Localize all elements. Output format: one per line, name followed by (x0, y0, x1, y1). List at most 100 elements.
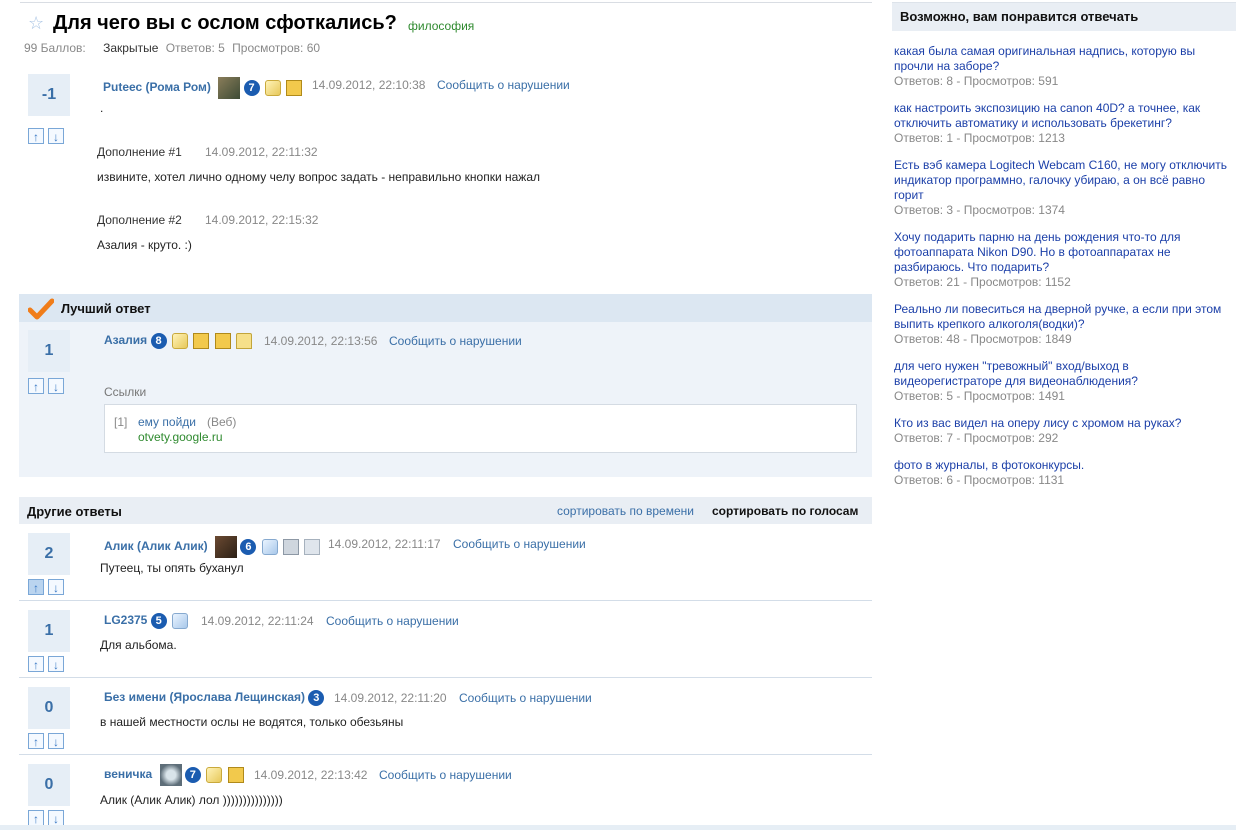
addon-time: 14.09.2012, 22:15:32 (205, 213, 319, 227)
answer-text: Алик (Алик Алик) лол ))))))))))))))) (100, 793, 283, 807)
report-link[interactable]: Сообщить о нарушении (389, 334, 522, 348)
level-badge: 7 (243, 80, 260, 96)
link-number: [1] (114, 415, 128, 429)
recommended-meta: Ответов: 6 - Просмотров: 1131 (894, 473, 1065, 487)
post-time: 14.09.2012, 22:11:17 (328, 537, 441, 551)
status: Закрытые (103, 41, 159, 55)
book-icon (193, 333, 210, 349)
recommended-question-link[interactable]: Кто из вас видел на оперу лису с хромом … (894, 416, 1236, 431)
sort-by-time-link[interactable]: сортировать по времени (557, 504, 694, 518)
vote-up-icon[interactable]: ↑ (28, 579, 44, 595)
vote-widget: 0 ↑ ↓ (28, 687, 72, 751)
recommended-question-link[interactable]: для чего нужен "тревожный" вход/выход вв… (894, 359, 1236, 389)
level-badge: 7 (184, 767, 201, 783)
question-title: Для чего вы с ослом сфоткались? (53, 12, 397, 34)
answer-text: в нашей местности ослы не водятся, тольк… (100, 715, 404, 729)
recommended-item: фото в журналы, в фотоконкурсы. Ответов:… (894, 458, 1236, 488)
vote-down-icon[interactable]: ↓ (48, 128, 64, 144)
gem-icon (206, 767, 223, 783)
source-link[interactable]: ему пойди (138, 415, 196, 429)
answer-author[interactable]: Алик (Алик Алик) 6 (104, 536, 321, 558)
author-name[interactable]: LG2375 (104, 613, 147, 627)
level-badge: 6 (240, 539, 257, 555)
other-answers-title: Другие ответы (27, 504, 122, 519)
vote-up-icon[interactable]: ↑ (28, 656, 44, 672)
recommended-question-link[interactable]: какая была самая оригинальная надпись, к… (894, 44, 1236, 74)
vote-down-icon[interactable]: ↓ (48, 656, 64, 672)
avatar[interactable] (215, 536, 238, 558)
author-name[interactable]: веничка (104, 767, 152, 781)
vote-down-icon[interactable]: ↓ (48, 579, 64, 595)
recommended-item: как настроить экспозицию на canon 40D? а… (894, 101, 1236, 146)
avatar[interactable] (218, 77, 241, 99)
vote-score: 1 (28, 330, 70, 372)
recommended-question-link[interactable]: Хочу подарить парню на день рождения что… (894, 230, 1236, 275)
level-badge: 5 (150, 613, 167, 629)
link-url[interactable]: otvety.google.ru (138, 430, 223, 444)
recommended-item: какая была самая оригинальная надпись, к… (894, 44, 1236, 89)
star-icon[interactable]: ☆ (28, 14, 46, 32)
pencil-icon (214, 333, 231, 349)
report-link[interactable]: Сообщить о нарушении (453, 537, 586, 551)
answer-author[interactable]: LG2375 5 (104, 613, 189, 629)
post-time: 14.09.2012, 22:11:24 (201, 614, 314, 628)
recommended-item: Кто из вас видел на оперу лису с хромом … (894, 416, 1236, 446)
view-count: Просмотров: 60 (232, 41, 321, 55)
answer-text: Путеец, ты опять буханул (100, 561, 244, 575)
question-author[interactable]: Putеес (Рома Ром) 7 (103, 77, 303, 99)
report-link[interactable]: Сообщить о нарушении (326, 614, 459, 628)
vote-widget: 1 ↑ ↓ (28, 610, 72, 674)
divider (19, 677, 872, 678)
links-label: Ссылки (104, 385, 147, 399)
author-name[interactable]: Азалия (104, 333, 147, 347)
vote-down-icon[interactable]: ↓ (48, 378, 64, 394)
answer-count: Ответов: 5 (165, 41, 225, 55)
level-badge: 3 (308, 690, 325, 706)
divider (19, 754, 872, 755)
question-body: . (100, 101, 104, 115)
question-meta: 99 Баллов: Закрытые Ответов: 5 Просмотро… (24, 41, 320, 55)
link-source-type: (Веб) (207, 415, 237, 429)
vote-down-icon[interactable]: ↓ (48, 810, 64, 826)
recommended-item: Есть вэб камера Logitech Webcam C160, не… (894, 158, 1236, 218)
recommended-question-link[interactable]: фото в журналы, в фотоконкурсы. (894, 458, 1236, 473)
recommended-question-link[interactable]: как настроить экспозицию на canon 40D? а… (894, 101, 1236, 131)
answer-author[interactable]: веничка 7 (104, 764, 244, 786)
post-time: 14.09.2012, 22:11:20 (334, 691, 447, 705)
recommended-item: для чего нужен "тревожный" вход/выход вв… (894, 359, 1236, 404)
category-link[interactable]: философия (408, 19, 474, 33)
addon-label: Дополнение #1 (97, 145, 182, 159)
author-name[interactable]: Алик (Алик Алик) (104, 539, 208, 553)
vote-widget: 1 ↑ ↓ (28, 330, 72, 396)
recommended-title: Возможно, вам понравится отвечать (900, 9, 1139, 24)
vote-down-icon[interactable]: ↓ (48, 733, 64, 749)
recommended-meta: Ответов: 21 - Просмотров: 1152 (894, 275, 1071, 289)
answer-author[interactable]: Азалия 8 (104, 333, 252, 349)
vote-score: 2 (28, 533, 70, 575)
vote-widget: 0 ↑ ↓ (28, 764, 72, 828)
recommended-meta: Ответов: 1 - Просмотров: 1213 (894, 131, 1065, 145)
author-name[interactable]: Putеес (Рома Ром) (103, 80, 211, 94)
report-link[interactable]: Сообщить о нарушении (437, 78, 570, 92)
report-link[interactable]: Сообщить о нарушении (379, 768, 512, 782)
answer-text: Для альбома. (100, 638, 177, 652)
answer-author[interactable]: Без имени (Ярослава Лещинская) 3 (104, 690, 325, 706)
recommended-item: Хочу подарить парню на день рождения что… (894, 230, 1236, 290)
recommended-question-link[interactable]: Есть вэб камера Logitech Webcam C160, не… (894, 158, 1236, 203)
addon-text: Азалия - круто. :) (97, 238, 192, 252)
recommended-question-link[interactable]: Реально ли повеситься на дверной ручке, … (894, 302, 1236, 332)
vote-up-icon[interactable]: ↑ (28, 733, 44, 749)
vote-score: 0 (28, 764, 70, 806)
author-name[interactable]: Без имени (Ярослава Лещинская) (104, 690, 305, 704)
vote-up-icon[interactable]: ↑ (28, 128, 44, 144)
level-badge: 8 (150, 333, 167, 349)
book-icon (283, 539, 300, 555)
vote-up-icon[interactable]: ↑ (28, 810, 44, 826)
lock-icon (235, 333, 252, 349)
report-link[interactable]: Сообщить о нарушении (459, 691, 592, 705)
post-time: 14.09.2012, 22:13:56 (264, 334, 378, 348)
avatar[interactable] (159, 764, 182, 786)
vote-up-icon[interactable]: ↑ (28, 378, 44, 394)
recommended-item: Реально ли повеситься на дверной ручке, … (894, 302, 1236, 347)
gem-icon (171, 333, 188, 349)
